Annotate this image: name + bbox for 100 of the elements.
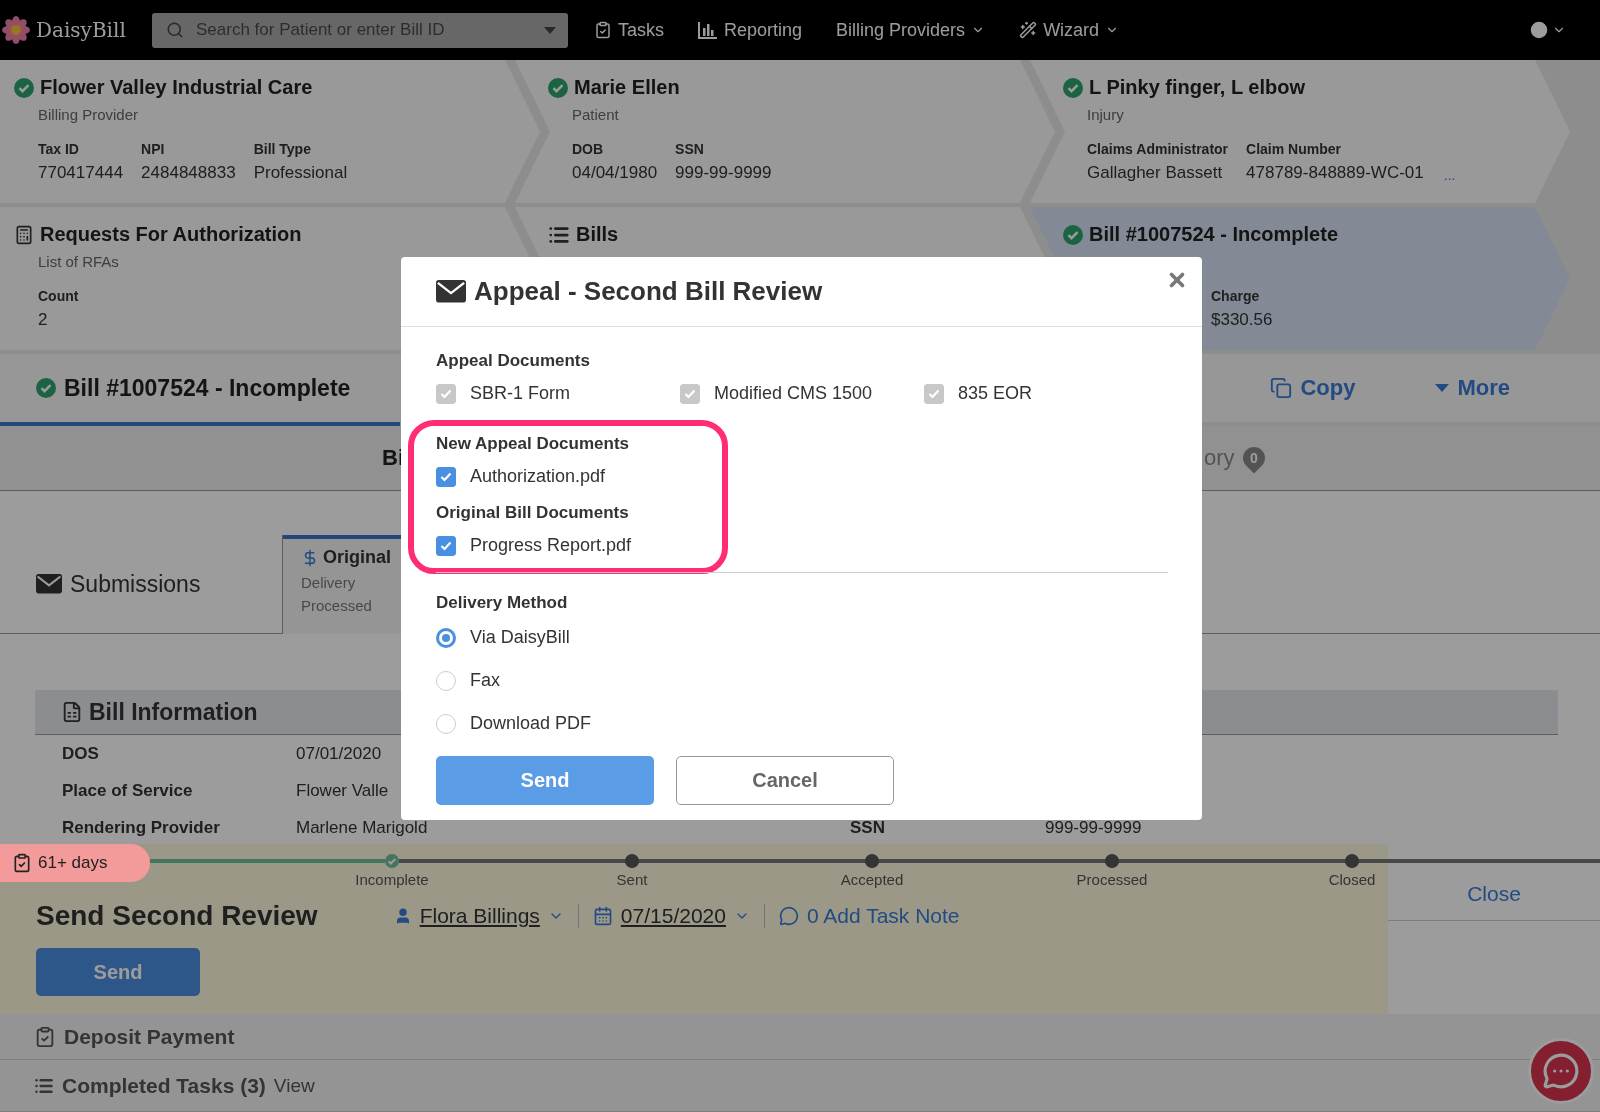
card-subtitle: Billing Provider bbox=[38, 106, 140, 123]
nav-link[interactable]: Reporting bbox=[698, 19, 803, 41]
check-circle-icon bbox=[14, 77, 34, 98]
step-label: Processed bbox=[1076, 871, 1148, 888]
card-title: L Pinky finger, L elbow bbox=[1089, 76, 1305, 99]
field-label: Claims Administrator bbox=[1087, 141, 1229, 157]
card-title: Requests For Authorization bbox=[40, 223, 302, 246]
info-value: Flower Valle bbox=[296, 780, 390, 801]
user-menu-button[interactable] bbox=[1528, 19, 1566, 41]
task-list-label: Deposit Payment bbox=[64, 1024, 235, 1049]
spreadsheet-icon bbox=[61, 701, 83, 723]
check-circle-icon bbox=[548, 77, 568, 98]
envelope-icon bbox=[436, 280, 466, 303]
field-label: Tax ID bbox=[38, 141, 80, 157]
submissions-title: Submissions bbox=[70, 570, 201, 598]
card-title: Bills bbox=[576, 223, 619, 246]
info-value: 999-99-9999 bbox=[1045, 817, 1143, 838]
checkbox[interactable] bbox=[436, 466, 456, 487]
logo-text[interactable]: DaisyBill bbox=[36, 18, 126, 42]
field-label: Charge bbox=[1211, 288, 1261, 304]
summary-card[interactable]: L Pinky finger, L elbow Injury Claims Administrator Gallagher Bassett Claim Number 478789-848889-WC-01 ... bbox=[1030, 60, 1570, 203]
summary-card[interactable]: Marie Ellen Patient DOB 04/04/1980 SSN 999-99-9999 bbox=[515, 60, 1055, 203]
checkmark-icon bbox=[928, 388, 940, 399]
radio-label[interactable]: Download PDF bbox=[470, 713, 592, 734]
check-circle-icon bbox=[36, 378, 56, 398]
nav-link[interactable]: Billing Providers bbox=[836, 19, 986, 41]
nav-link[interactable]: Tasks bbox=[594, 19, 664, 41]
clipboard-check-icon bbox=[12, 853, 32, 873]
section-title: Bill Information bbox=[89, 698, 258, 726]
bill-title: Bill #1007524 - Incomplete bbox=[64, 374, 351, 402]
comment-icon bbox=[778, 906, 799, 926]
field-value: Gallagher Bassett bbox=[1087, 163, 1224, 183]
checkbox-label[interactable]: Progress Report.pdf bbox=[470, 535, 632, 556]
step-label: Closed bbox=[1328, 871, 1376, 888]
step-label: Incomplete bbox=[355, 871, 429, 888]
field-label: Claim Number bbox=[1246, 141, 1342, 157]
section-heading: Appeal Documents bbox=[436, 351, 591, 371]
envelope-icon bbox=[36, 574, 62, 594]
date-dropdown[interactable]: 07/15/2020 bbox=[578, 904, 765, 928]
section-heading: Original Bill Documents bbox=[436, 503, 630, 523]
card-subtitle: Injury bbox=[1087, 106, 1125, 123]
checkmark-icon bbox=[684, 388, 696, 399]
field-value: 04/04/1980 bbox=[572, 163, 658, 183]
field-label: DOB bbox=[572, 141, 605, 157]
checkmark-icon bbox=[440, 471, 452, 482]
search-field[interactable]: Search for Patient or enter Bill ID bbox=[152, 12, 568, 48]
info-value: 07/01/2020 bbox=[296, 743, 383, 764]
radio-label[interactable]: Via DaisyBill bbox=[470, 627, 570, 648]
field-value: 478789-848889-WC-01 bbox=[1246, 163, 1424, 183]
clipboard-check-icon bbox=[594, 21, 612, 39]
checkbox[interactable] bbox=[436, 535, 456, 556]
field-label: NPI bbox=[141, 141, 166, 157]
step-label: Sent bbox=[616, 871, 648, 888]
field-value: 770417444 bbox=[38, 163, 124, 183]
card-title: Bill #1007524 - Incomplete bbox=[1089, 223, 1338, 246]
card-title: Flower Valley Industrial Care bbox=[40, 76, 313, 99]
info-value: Marlene Marigold bbox=[296, 817, 429, 838]
field-label: SSN bbox=[675, 141, 705, 157]
caret-down-icon bbox=[1435, 384, 1450, 392]
submission-tab[interactable]: Original Delivery Processed bbox=[283, 535, 401, 634]
cancel-button[interactable]: Cancel bbox=[676, 756, 894, 805]
radio-button[interactable] bbox=[436, 627, 456, 648]
chat-icon bbox=[1542, 1052, 1580, 1090]
field-value: $330.56 bbox=[1211, 310, 1273, 330]
card-subtitle: List of RFAs bbox=[38, 253, 120, 270]
user-icon bbox=[1528, 19, 1550, 41]
info-label: Place of Service bbox=[62, 780, 194, 801]
caret-down-icon bbox=[544, 26, 556, 34]
calendar-icon bbox=[592, 906, 613, 926]
search-icon bbox=[166, 20, 184, 39]
checkmark-icon bbox=[440, 540, 452, 551]
task-list-label: Completed Tasks (3) bbox=[62, 1073, 266, 1098]
assignee-dropdown[interactable]: Flora Billings bbox=[379, 904, 579, 928]
check-circle-icon bbox=[1063, 224, 1083, 245]
info-label: Rendering Provider bbox=[62, 817, 221, 838]
radio-label[interactable]: Fax bbox=[470, 670, 500, 691]
copy-icon bbox=[1270, 377, 1293, 399]
field-value: 999-99-9999 bbox=[675, 163, 772, 183]
clipboard-check-icon bbox=[34, 1025, 56, 1048]
section-heading: New Appeal Documents bbox=[436, 434, 631, 454]
wand-icon bbox=[1019, 21, 1038, 39]
checkmark-icon bbox=[440, 388, 452, 399]
check-circle-icon bbox=[1063, 77, 1083, 98]
bar-chart-icon bbox=[698, 21, 718, 39]
info-label: SSN bbox=[850, 817, 886, 838]
info-label: DOS bbox=[62, 743, 100, 764]
view-link[interactable]: View bbox=[273, 1074, 315, 1097]
calculator-icon bbox=[14, 224, 34, 245]
nav-link[interactable]: Wizard bbox=[1019, 19, 1120, 41]
card-title: Marie Ellen bbox=[574, 76, 680, 99]
field-value: 2484848833 bbox=[141, 163, 236, 183]
days-badge: 61+ days bbox=[0, 844, 150, 882]
field-value: Professional bbox=[253, 163, 348, 183]
field-value: 2 bbox=[38, 310, 49, 330]
flower-logo-icon bbox=[2, 16, 30, 44]
summary-card[interactable]: Flower Valley Industrial Care Billing Provider Tax ID 770417444 NPI 2484848833 Bill Type Professional bbox=[0, 60, 540, 203]
card-subtitle: Patient bbox=[572, 106, 620, 123]
section-heading: Delivery Method bbox=[436, 593, 569, 613]
field-label: Count bbox=[38, 288, 79, 304]
checkbox-label[interactable]: Authorization.pdf bbox=[470, 466, 606, 487]
